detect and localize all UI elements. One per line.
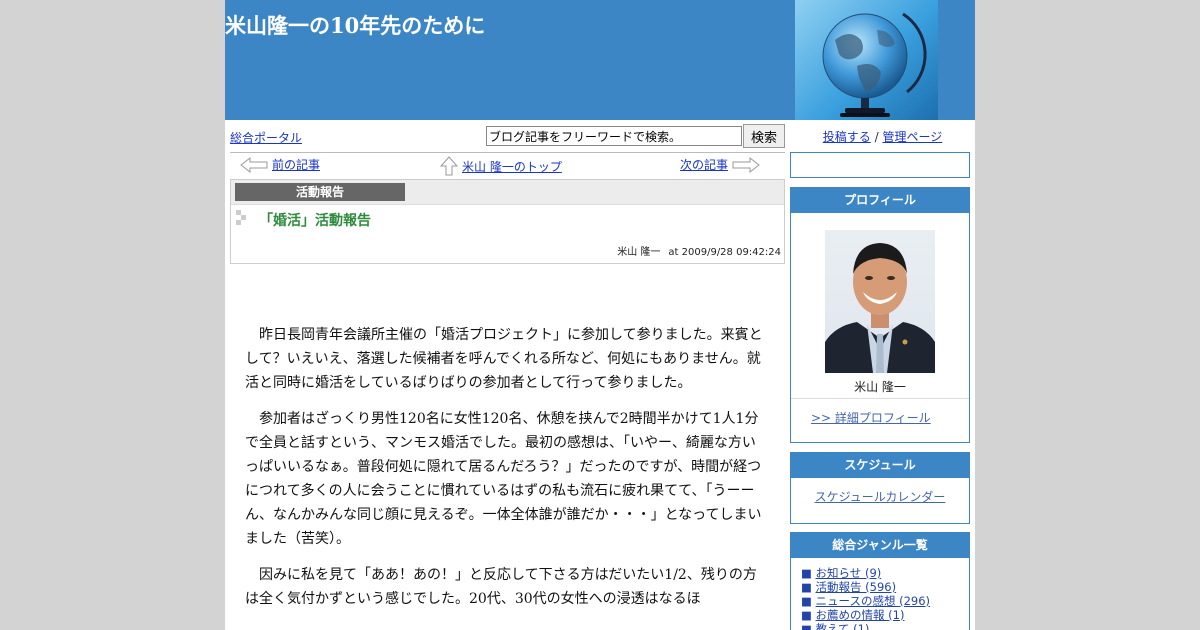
entry-meta: 米山 隆一 at 2009/9/28 09:42:24 — [617, 243, 781, 258]
globe-icon — [822, 12, 927, 117]
profile-divider — [791, 398, 969, 399]
sidebar-admin-links: 投稿する / 管理ページ — [790, 128, 975, 145]
genre-item-link[interactable]: お知らせ (9) — [816, 566, 882, 580]
entry-title: 「婚活」活動報告 — [259, 213, 371, 229]
entry-nav: 前の記事 米山 隆一のトップ 次の記事 — [225, 153, 790, 179]
prev-entry-link[interactable]: 前の記事 — [272, 156, 320, 173]
entry-author: 米山 隆一 — [617, 247, 661, 258]
link-separator: / — [874, 130, 879, 144]
entry-body: 昨日長岡青年会議所主催の「婚活プロジェクト」に参加して参りました。来賓として？い… — [245, 323, 768, 623]
genre-item[interactable]: ■ お知らせ (9) — [801, 566, 969, 580]
next-entry[interactable]: 次の記事 — [680, 156, 760, 173]
schedule-heading: スケジュール — [791, 453, 969, 478]
schedule-box: スケジュール スケジュールカレンダー — [790, 452, 970, 524]
site-header: 米山隆一の10年先のために — [225, 0, 975, 120]
prev-entry[interactable]: 前の記事 — [240, 156, 320, 173]
post-link[interactable]: 投稿する — [823, 130, 871, 144]
page: 米山隆一の10年先のために 総合ポータル ブログ記事をフリーワードで検索。 検索… — [225, 0, 975, 630]
profile-heading: プロフィール — [791, 188, 969, 213]
left-arrow-icon — [240, 156, 268, 173]
sidebar-blank-box — [790, 152, 970, 178]
top-bar: 総合ポータル 検索 — [225, 120, 790, 152]
genre-item[interactable]: ■ ニュースの感想 (296) — [801, 594, 969, 608]
category-strip: 活動報告 — [231, 180, 784, 205]
profile-box: プロフィール 米山 隆一 >> 詳細プロフィール — [790, 187, 970, 443]
genre-item[interactable]: ■ 教えて (1) — [801, 622, 969, 630]
genre-item-link[interactable]: 教えて (1) — [816, 622, 870, 630]
admin-link[interactable]: 管理ページ — [882, 130, 942, 144]
search-input[interactable] — [486, 126, 742, 146]
up-arrow-icon — [440, 156, 458, 176]
entry-header: 活動報告 「婚活」活動報告 米山 隆一 at 2009/9/28 09:42:24 — [230, 179, 785, 264]
avatar — [825, 230, 935, 373]
globe-image — [795, 0, 938, 120]
genre-list: ■ お知らせ (9) ■ 活動報告 (596) ■ ニュースの感想 (296) … — [801, 566, 969, 630]
schedule-calendar-link[interactable]: スケジュールカレンダー — [791, 488, 969, 505]
genre-heading: 総合ジャンル一覧 — [791, 533, 969, 558]
next-entry-link[interactable]: 次の記事 — [680, 156, 728, 173]
blog-top-link[interactable]: 米山 隆一のトップ — [462, 158, 562, 175]
blog-top[interactable]: 米山 隆一のトップ — [440, 156, 562, 176]
entry-paragraph: 参加者はざっくり男性120名に女性120名、休憩を挟んで2時間半かけて1人1分で… — [245, 411, 762, 547]
profile-name: 米山 隆一 — [854, 380, 906, 394]
title-bullet-icon — [236, 210, 250, 226]
category-label[interactable]: 活動報告 — [235, 183, 405, 201]
entry-paragraph: 因みに私を見て「ああ！あの！」と反応して下さる方はだいたい1/2、残りの方は全く… — [245, 567, 757, 607]
portal-link[interactable]: 総合ポータル — [230, 129, 302, 146]
genre-item[interactable]: ■ お薦めの情報 (1) — [801, 608, 969, 622]
entry-datetime: at 2009/9/28 09:42:24 — [668, 247, 781, 258]
search-button[interactable]: 検索 — [743, 124, 785, 148]
entry-paragraph: 昨日長岡青年会議所主催の「婚活プロジェクト」に参加して参りました。来賓として？い… — [245, 327, 763, 391]
genre-item-link[interactable]: 活動報告 (596) — [816, 580, 897, 594]
detail-profile-link[interactable]: >> 詳細プロフィール — [811, 409, 931, 426]
right-arrow-icon — [732, 156, 760, 173]
genre-item-link[interactable]: お薦めの情報 (1) — [816, 608, 905, 622]
profile-photo — [825, 243, 935, 373]
genre-box: 総合ジャンル一覧 ■ お知らせ (9) ■ 活動報告 (596) ■ ニュースの… — [790, 532, 970, 630]
genre-item-link[interactable]: ニュースの感想 (296) — [816, 594, 931, 608]
genre-item[interactable]: ■ 活動報告 (596) — [801, 580, 969, 594]
site-title[interactable]: 米山隆一の10年先のために — [225, 10, 485, 40]
